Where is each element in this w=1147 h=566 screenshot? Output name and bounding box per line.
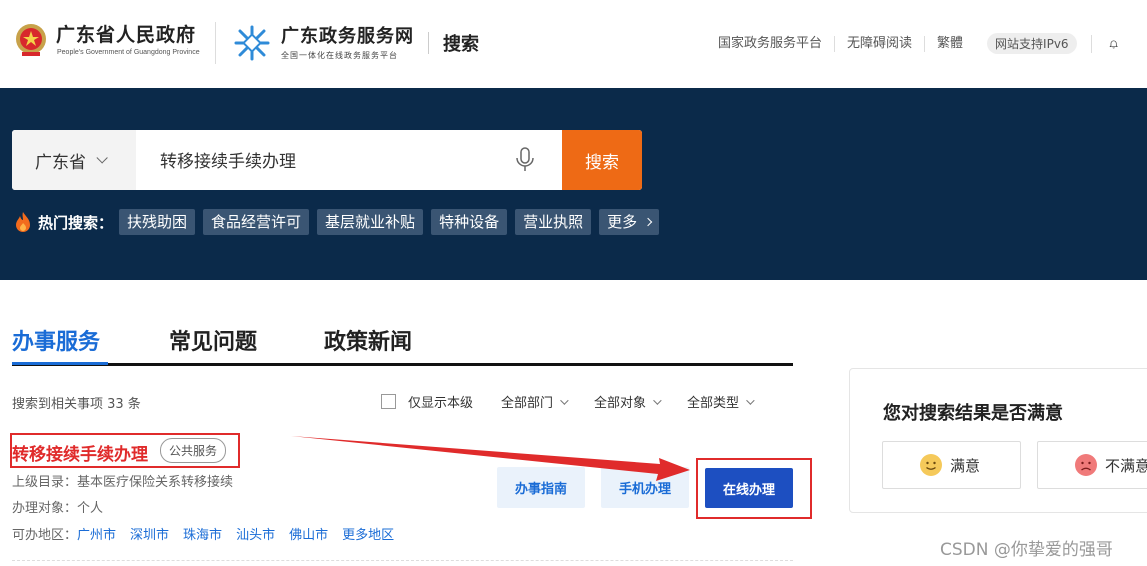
result-divider bbox=[12, 560, 793, 561]
result-regions: 可办地区：广州市 深圳市 珠海市 汕头市 佛山市 更多地区 bbox=[12, 524, 408, 543]
search-button[interactable]: 搜索 bbox=[562, 130, 642, 190]
region-link[interactable]: 深圳市 bbox=[130, 528, 169, 543]
header-divider bbox=[215, 22, 216, 64]
national-emblem-icon bbox=[16, 24, 46, 56]
only-level-label: 仅显示本级 bbox=[408, 396, 474, 411]
online-handle-button[interactable]: 在线办理 bbox=[705, 468, 793, 508]
unsatisfied-button[interactable]: 不满意 bbox=[1037, 441, 1147, 489]
result-title-link[interactable]: 转移接续手续办理 bbox=[12, 440, 148, 465]
tab-services[interactable]: 办事服务 bbox=[12, 324, 100, 356]
link-accessibility[interactable]: 无障碍阅读 bbox=[835, 35, 926, 52]
hot-more-button[interactable]: 更多 bbox=[599, 209, 660, 235]
hot-tag[interactable]: 扶残助困 bbox=[119, 209, 196, 235]
chevron-down-icon bbox=[653, 395, 662, 405]
watermark: CSDN @你挚爱的强哥 bbox=[940, 540, 1113, 560]
hot-searches-label: 热门搜索： bbox=[38, 213, 114, 232]
region-select[interactable]: 广东省 bbox=[12, 130, 136, 190]
target-label: 办理对象： bbox=[12, 501, 78, 516]
portal-subtitle: 全国一体化在线政务服务平台 bbox=[281, 51, 398, 60]
header-divider bbox=[428, 32, 429, 54]
hot-tag[interactable]: 食品经营许可 bbox=[203, 209, 310, 235]
page-title: 搜索 bbox=[443, 34, 479, 55]
regions-label: 可办地区： bbox=[12, 528, 78, 543]
search-input[interactable] bbox=[160, 149, 500, 169]
type-filter-label: 全部类型 bbox=[687, 396, 740, 411]
frown-icon bbox=[1075, 454, 1097, 476]
hot-tag[interactable]: 营业执照 bbox=[515, 209, 592, 235]
microphone-icon[interactable] bbox=[514, 147, 536, 173]
bell-icon[interactable] bbox=[1090, 34, 1119, 53]
unsatisfied-label: 不满意 bbox=[1105, 456, 1147, 475]
hot-searches: 热门搜索： 扶残助困 食品经营许可 基层就业补贴 特种设备 营业执照 更多 bbox=[14, 209, 667, 235]
target-value: 个人 bbox=[77, 501, 104, 516]
target-filter[interactable]: 全部对象 bbox=[594, 392, 662, 411]
tab-faq[interactable]: 常见问题 bbox=[169, 324, 257, 356]
satisfied-button[interactable]: 满意 bbox=[882, 441, 1021, 489]
parent-value: 基本医疗保险关系转移接续 bbox=[77, 475, 234, 490]
region-link[interactable]: 佛山市 bbox=[289, 528, 328, 543]
mobile-handle-button[interactable]: 手机办理 bbox=[601, 467, 689, 508]
dept-filter[interactable]: 全部部门 bbox=[501, 392, 569, 411]
only-level-checkbox[interactable] bbox=[381, 394, 396, 409]
result-category-badge: 公共服务 bbox=[160, 438, 227, 463]
site-header: 广东省人民政府 People's Government of Guangdong… bbox=[0, 0, 1147, 88]
ipv6-badge: 网站支持IPv6 bbox=[987, 33, 1077, 54]
hot-more-label: 更多 bbox=[607, 213, 638, 231]
chevron-down-icon bbox=[560, 395, 569, 405]
result-filters: 仅显示本级 全部部门 全部对象 全部类型 bbox=[381, 392, 755, 411]
chevron-down-icon bbox=[746, 395, 755, 405]
parent-label: 上级目录： bbox=[12, 475, 78, 490]
tab-policy-news[interactable]: 政策新闻 bbox=[324, 324, 412, 356]
target-filter-label: 全部对象 bbox=[594, 396, 647, 411]
smile-icon bbox=[920, 454, 942, 476]
gov-brand-title[interactable]: 广东省人民政府 bbox=[56, 20, 196, 47]
flame-icon bbox=[16, 212, 30, 232]
chevron-down-icon bbox=[96, 152, 108, 164]
page: 广东省人民政府 People's Government of Guangdong… bbox=[0, 0, 1147, 566]
satisfaction-title: 您对搜索结果是否满意 bbox=[883, 403, 1063, 424]
search-bar: 广东省 搜索 bbox=[12, 130, 642, 190]
result-target: 办理对象：个人 bbox=[12, 497, 103, 516]
hot-tag[interactable]: 基层就业补贴 bbox=[317, 209, 424, 235]
link-traditional-chinese[interactable]: 繁體 bbox=[925, 36, 975, 52]
result-count: 搜索到相关事项 33 条 bbox=[12, 397, 141, 412]
guide-button[interactable]: 办事指南 bbox=[497, 467, 585, 508]
active-tab-indicator bbox=[12, 362, 108, 365]
region-select-label: 广东省 bbox=[35, 152, 86, 173]
chevron-right-icon bbox=[643, 217, 653, 227]
dept-filter-label: 全部部门 bbox=[501, 396, 554, 411]
top-links: 国家政务服务平台 无障碍阅读 繁體 网站支持IPv6 bbox=[718, 33, 1119, 54]
satisfaction-panel: 您对搜索结果是否满意 满意 不满意 bbox=[849, 368, 1147, 513]
satisfied-label: 满意 bbox=[950, 456, 981, 475]
result-tabs: 办事服务 常见问题 政策新闻 bbox=[12, 324, 793, 366]
result-parent: 上级目录：基本医疗保险关系转移接续 bbox=[12, 471, 233, 490]
region-link[interactable]: 广州市 bbox=[77, 528, 116, 543]
hot-tag[interactable]: 特种设备 bbox=[431, 209, 508, 235]
link-national-platform[interactable]: 国家政务服务平台 bbox=[718, 35, 836, 52]
region-link[interactable]: 汕头市 bbox=[236, 528, 275, 543]
type-filter[interactable]: 全部类型 bbox=[687, 392, 755, 411]
gov-brand-subtitle: People's Government of Guangdong Provinc… bbox=[57, 49, 200, 56]
portal-title[interactable]: 广东政务服务网 bbox=[281, 22, 414, 48]
more-regions-link[interactable]: 更多地区 bbox=[342, 528, 394, 543]
portal-logo-icon bbox=[234, 25, 270, 61]
region-link[interactable]: 珠海市 bbox=[183, 528, 222, 543]
